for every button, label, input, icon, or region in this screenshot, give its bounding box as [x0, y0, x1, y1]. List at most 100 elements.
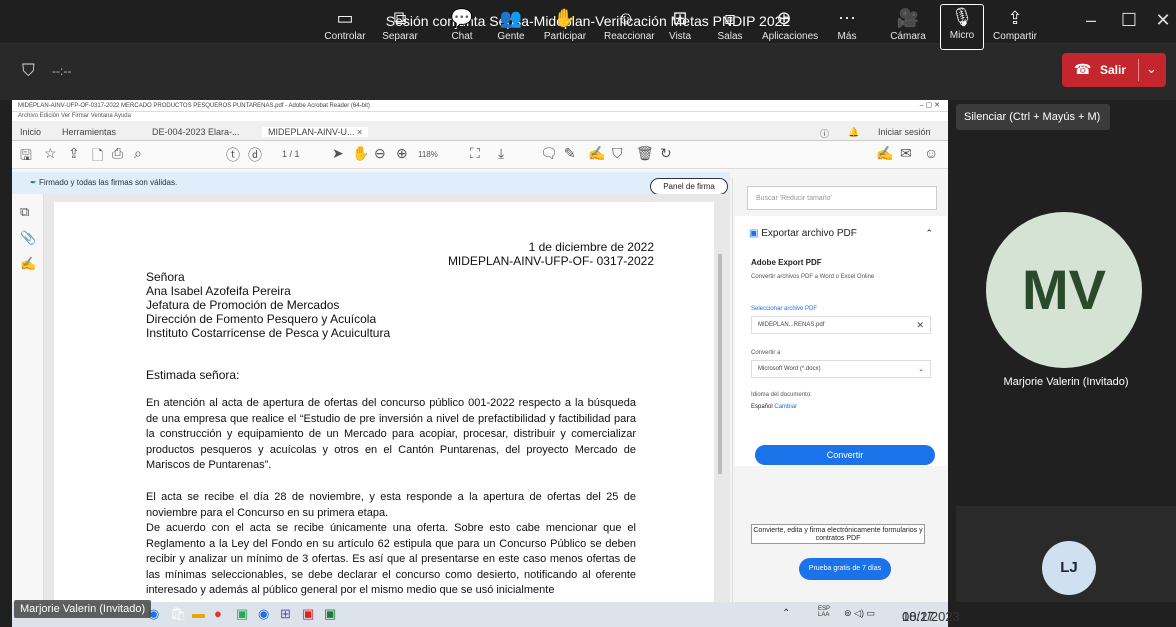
separar-icon: ⧉ [393, 8, 407, 28]
star-icon[interactable]: ☆ [44, 145, 57, 162]
signin-link[interactable]: Iniciar sesión [878, 127, 931, 137]
teams-app-icon[interactable]: ⊞ [280, 606, 291, 622]
app-icon[interactable]: ● [214, 606, 222, 621]
bell-icon[interactable]: 🔔 [848, 127, 859, 138]
toolbar-button-gente[interactable]: 👥 Gente [489, 6, 533, 42]
toolbar-button-participar[interactable]: ✋ Participar [543, 6, 587, 42]
pdf-page: 1 de diciembre de 2022 MIDEPLAN-AINV-UFP… [54, 202, 714, 602]
meeting-timer: --:-- [52, 64, 72, 78]
attachment-icon[interactable]: 📎 [20, 230, 36, 246]
tools-search-input[interactable]: Buscar 'Reducir tamaño' [747, 186, 937, 210]
file-icon[interactable]: 🗋 [92, 145, 103, 169]
mail-icon[interactable]: ✉ [900, 145, 912, 162]
toolbar-button-micro[interactable]: 🎙 Micro [940, 4, 984, 50]
zoom-select[interactable]: 118% [418, 150, 438, 159]
collapse-icon[interactable]: ⌃ [925, 228, 933, 239]
vista-icon: ⊞ [672, 8, 688, 28]
fit-icon[interactable]: ⛶ [470, 145, 480, 162]
toolbar-button-compartir[interactable]: ⇪ Compartir [993, 6, 1037, 42]
toolbar-button-salas[interactable]: ⧈ Salas [708, 6, 752, 42]
sign-tool-icon[interactable]: ✍ [876, 145, 893, 162]
toolbar-button-controlar[interactable]: ▭ Controlar [323, 6, 367, 42]
signature-bar: ✒ Firmado y todas las firmas son válidas… [12, 172, 730, 194]
signature-panel-button[interactable]: Panel de firma [650, 178, 728, 195]
toolbar-button-separar[interactable]: ⧉ Separar [378, 6, 422, 42]
document-viewer[interactable]: 1 de diciembre de 2022 MIDEPLAN-AINV-UFP… [44, 194, 730, 602]
leave-button[interactable]: ☎ Salir ⌄ [1062, 53, 1166, 87]
close-icon[interactable]: ✕ [1148, 10, 1176, 31]
store-icon[interactable]: 🛍 [170, 606, 187, 622]
chevron-down-icon[interactable]: ⌄ [1146, 61, 1157, 77]
search-icon[interactable]: ⌕ [134, 145, 142, 162]
chrome-icon[interactable]: ◉ [258, 606, 269, 622]
export-pdf-icon: ▣ [749, 228, 762, 239]
trial-button[interactable]: Prueba gratis de 7 días [799, 558, 891, 580]
arrow-up-icon[interactable]: ⓣ [226, 145, 240, 165]
shield-icon[interactable]: ⛉ [22, 61, 35, 81]
presenter-name-badge: Marjorie Valerin (Invitado) [14, 600, 152, 618]
excel-icon[interactable]: ▣ [324, 606, 336, 622]
upload-icon[interactable]: ⇪ [68, 145, 80, 162]
arrow-down-icon[interactable]: ⓓ [248, 145, 262, 165]
select-tool-icon[interactable]: ➤ [332, 145, 344, 162]
pen-icon[interactable]: ✎ [564, 145, 576, 162]
toolbar-label: Micro [949, 30, 975, 41]
zoom-out-icon[interactable]: ⊖ [374, 145, 386, 162]
phone-hangup-icon: ☎ [1074, 61, 1092, 77]
participant-name: Marjorie Valerin (Invitado) [1003, 376, 1129, 388]
zoom-in-icon[interactable]: ⊕ [396, 145, 408, 162]
file-field[interactable]: MIDEPLAN...RENAS.pdf ✕ [751, 316, 931, 334]
export-panel: Buscar 'Reducir tamaño' ▣ Exportar archi… [732, 178, 948, 602]
acrobat-icon[interactable]: ▣ [302, 606, 314, 622]
export-description: Convertir archivos PDF a Word o Excel On… [751, 274, 875, 280]
save-icon[interactable]: 🖫 [20, 145, 32, 169]
trash-icon[interactable]: 🗑 [636, 145, 654, 162]
avatar: LJ [1042, 541, 1096, 595]
export-card: ▣ Exportar archivo PDF ⌃ Adobe Export PD… [735, 216, 947, 466]
hand-tool-icon[interactable]: ✋ [352, 145, 369, 162]
teams-icon[interactable]: ▣ [236, 606, 248, 622]
toolbar-button-reaccionar[interactable]: ☺ Reaccionar [604, 6, 655, 42]
pages-icon[interactable]: ⧉ [20, 204, 29, 220]
toolbar-button-más[interactable]: ⋯ Más [825, 6, 869, 42]
chat-icon: 💬 [450, 8, 474, 28]
page-indicator[interactable]: 1 / 1 [282, 149, 300, 159]
toolbar-button-aplicaciones[interactable]: ⊕ Aplicaciones [762, 6, 818, 42]
toolbar-button-vista[interactable]: ⊞ Vista [658, 6, 702, 42]
acrobat-menubar[interactable]: Archivo Edición Ver Firmar Ventana Ayuda [12, 112, 948, 121]
account-icon[interactable]: ☺ [924, 145, 938, 161]
help-icon[interactable]: ⓘ [820, 127, 829, 140]
change-language-link[interactable]: Cambiar [774, 404, 797, 410]
stamp-icon[interactable]: ⛉ [612, 145, 623, 162]
mute-tooltip: Silenciar (Ctrl + Mayús + M) [956, 104, 1110, 130]
tray-chevron-icon[interactable]: ⌃ [782, 608, 790, 619]
language-indicator[interactable]: ESP LAA [818, 606, 830, 618]
rotate-icon[interactable]: ↻ [660, 145, 672, 162]
language-value: Español [751, 404, 773, 410]
scrollbar[interactable] [718, 254, 722, 474]
convert-button[interactable]: Convertir [755, 445, 935, 465]
print-icon[interactable]: ⎙ [112, 145, 123, 162]
scroll-icon[interactable]: ⤓ [498, 145, 504, 162]
tab-herramientas[interactable]: Herramientas [62, 127, 116, 137]
signature-icon[interactable]: ✍ [20, 256, 36, 272]
tab-doc-2[interactable]: MIDEPLAN-AINV-U... × [262, 127, 369, 137]
toolbar-button-chat[interactable]: 💬 Chat [440, 6, 484, 42]
acrobat-window-controls[interactable]: – ▢ ✕ [920, 101, 940, 109]
format-select[interactable]: Microsoft Word (*.docx) ⌄ [751, 360, 931, 378]
folder-icon[interactable]: ▬ [192, 606, 205, 621]
sign-icon[interactable]: ✍ [588, 145, 605, 162]
chevron-down-icon: ⌄ [918, 366, 924, 373]
tab-doc-1[interactable]: DE-004-2023 Elara-... [152, 127, 240, 137]
toolbar-label: Reaccionar [604, 31, 655, 42]
gente-icon: 👥 [499, 8, 523, 28]
minimize-icon[interactable]: – [1076, 10, 1106, 31]
maximize-icon[interactable]: ☐ [1114, 10, 1144, 31]
network-volume-icon[interactable]: ⊚ ◁) ▭ [844, 608, 875, 619]
comment-icon[interactable]: 🗨 [540, 145, 558, 162]
toolbar-button-cámara[interactable]: 🎥 Cámara [886, 6, 930, 42]
clear-icon[interactable]: ✕ [916, 320, 924, 331]
signature-message: Firmado y todas las firmas son válidas. [38, 178, 178, 187]
export-header[interactable]: ▣ Exportar archivo PDF [749, 228, 857, 239]
tab-inicio[interactable]: Inicio [20, 127, 41, 137]
